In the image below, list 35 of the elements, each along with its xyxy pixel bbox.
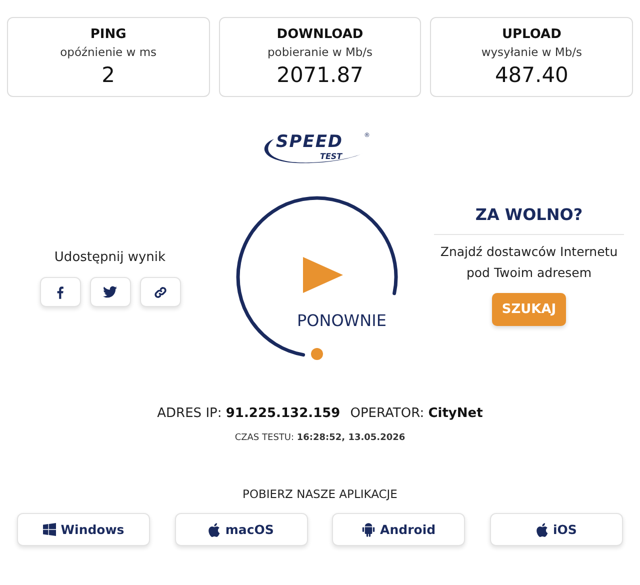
apple-icon bbox=[536, 522, 548, 536]
metric-title: DOWNLOAD bbox=[276, 27, 364, 42]
share-button[interactable] bbox=[40, 277, 80, 307]
windows-icon bbox=[42, 523, 56, 536]
test-time-text: CZAS TESTU: 16:28:52, 13.05.2026 bbox=[234, 433, 406, 443]
metric-value: 487.40 bbox=[494, 63, 568, 87]
facebook-icon bbox=[56, 286, 64, 298]
description-text: Znajdź dostawców Internetu pod Twoim adresem bbox=[439, 243, 619, 282]
section-title: ZA WOLNO? bbox=[434, 205, 624, 235]
metric-unit: pobieranie w Mb/s bbox=[267, 45, 373, 59]
progress-dot bbox=[310, 347, 324, 361]
share-label: Udostępnij wynik bbox=[54, 250, 166, 265]
operator-text: OPERATOR: CityNet bbox=[350, 406, 483, 421]
ip-address-text: ADRES IP: 91.225.132.159 bbox=[157, 406, 340, 421]
android-icon bbox=[362, 522, 376, 537]
metric-title: PING bbox=[90, 27, 126, 42]
share-button[interactable] bbox=[90, 277, 130, 307]
download-button[interactable]: macOS bbox=[174, 513, 308, 546]
restart-button[interactable]: PONOWNIE bbox=[297, 311, 386, 330]
link-icon bbox=[154, 286, 166, 298]
bird-icon bbox=[103, 286, 117, 298]
play-icon bbox=[301, 255, 345, 295]
metric-value: 2 bbox=[102, 63, 116, 87]
metric-unit: wysyłanie w Mb/s bbox=[481, 45, 582, 59]
metric-title: UPLOAD bbox=[502, 27, 562, 42]
apps-heading: POBIERZ NASZE APLIKACJE bbox=[242, 487, 398, 501]
metric-value: 2071.87 bbox=[276, 63, 364, 87]
logo-subtext: TEST bbox=[320, 153, 342, 161]
download-button[interactable]: Windows bbox=[17, 513, 150, 546]
logo-text: SPEED bbox=[276, 134, 344, 151]
apple-icon bbox=[208, 522, 220, 536]
download-button[interactable]: iOS bbox=[490, 513, 623, 546]
metric-unit: opóźnienie w ms bbox=[60, 45, 157, 59]
download-button[interactable]: Android bbox=[332, 513, 466, 546]
copy-link-button[interactable] bbox=[140, 277, 180, 307]
